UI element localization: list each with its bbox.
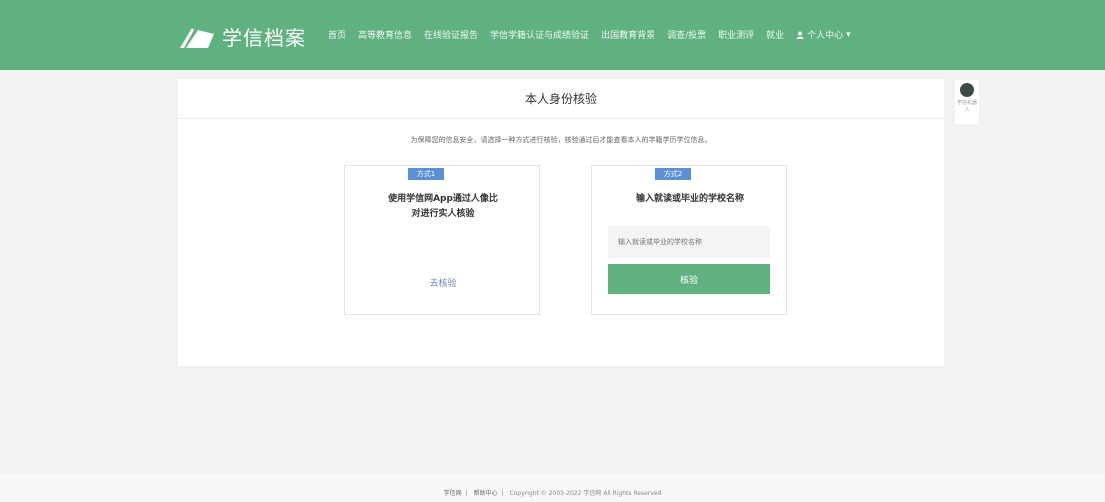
- nav-personal-center[interactable]: 个人中心 ▾: [796, 28, 851, 41]
- user-icon: [796, 31, 805, 39]
- method-app-card: 方式1 使用学信网App通过人像比对进行实人核验 去核验: [344, 165, 540, 315]
- footer-link-help[interactable]: 帮助中心: [474, 490, 498, 497]
- logo-text: 学信档案: [222, 26, 306, 50]
- chevron-down-icon: ▾: [846, 29, 851, 40]
- top-header: 学信档案 首页 高等教育信息 在线验证报告 学信学籍认证与成绩验证 出国教育背景…: [0, 0, 1105, 70]
- intro-text: 为保障您的信息安全，请选择一种方式进行核验，核验通过后才能查看本人的学籍学历学位…: [410, 136, 712, 144]
- method-1-title: 使用学信网App通过人像比对进行实人核验: [388, 194, 498, 219]
- nav-survey[interactable]: 调查/投票: [667, 28, 706, 41]
- nav-certification[interactable]: 学信学籍认证与成绩验证: [490, 28, 589, 41]
- verify-button[interactable]: 核验: [608, 264, 770, 294]
- method-school-card: 方式2 输入就读或毕业的学校名称 核验: [591, 165, 787, 315]
- nav-higher-education[interactable]: 高等教育信息: [358, 28, 412, 41]
- page-title: 本人身份核验: [178, 79, 944, 119]
- verification-panel: 本人身份核验 为保障您的信息安全，请选择一种方式进行核验，核验通过后才能查看本人…: [178, 79, 944, 366]
- nav-personal-center-label: 个人中心: [807, 31, 844, 41]
- main-nav: 首页 高等教育信息 在线验证报告 学信学籍认证与成绩验证 出国教育背景 调查/投…: [328, 28, 851, 42]
- nav-home[interactable]: 首页: [328, 28, 346, 41]
- school-name-input[interactable]: [608, 226, 770, 258]
- method-2-title: 输入就读或毕业的学校名称: [635, 194, 744, 204]
- method-1-badge: 方式1: [408, 168, 444, 180]
- nav-employment[interactable]: 就业: [766, 28, 784, 41]
- footer-copyright: Copyright © 2003-2022 学信网 All Rights Res…: [509, 490, 662, 497]
- robot-label: 学信机器人: [956, 100, 977, 113]
- nav-study-abroad[interactable]: 出国教育背景: [601, 28, 655, 41]
- footer: 学信网 | 帮助中心 | Copyright © 2003-2022 学信网 All…: [443, 490, 662, 497]
- nav-career-test[interactable]: 职业测评: [718, 28, 754, 41]
- nav-online-report[interactable]: 在线验证报告: [424, 28, 478, 41]
- robot-assistant[interactable]: 学信机器人: [955, 80, 979, 124]
- method-2-badge: 方式2: [655, 168, 691, 180]
- footer-link-chsi[interactable]: 学信网: [444, 490, 462, 497]
- robot-avatar-icon: [960, 83, 974, 97]
- logo[interactable]: 学信档案: [178, 22, 306, 51]
- book-logo-icon: [180, 27, 214, 48]
- go-verify-link[interactable]: 去核验: [345, 276, 541, 289]
